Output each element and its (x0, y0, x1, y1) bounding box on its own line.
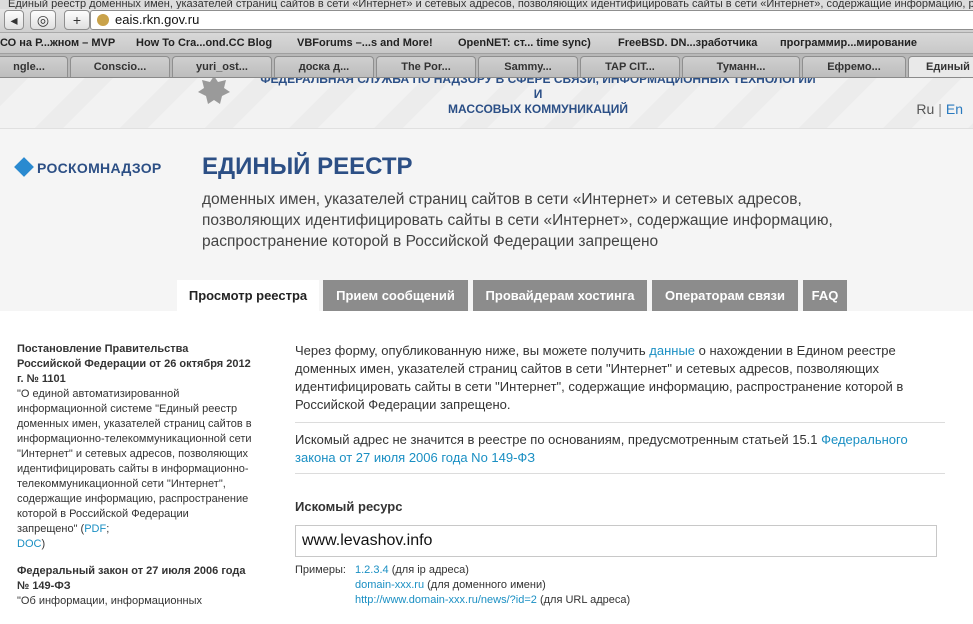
main-content: Через форму, опубликованную ниже, вы мож… (295, 342, 945, 474)
address-bar[interactable]: eais.rkn.gov.ru (90, 10, 973, 30)
agency-name-line1: ФЕДЕРАЛЬНАЯ СЛУЖБА ПО НАДЗОРУ В СФЕРЕ СВ… (260, 78, 816, 101)
new-tab-button[interactable]: + (64, 10, 90, 30)
lang-ru-link[interactable]: Ru (916, 101, 934, 117)
browser-tab[interactable]: ngle... (0, 56, 68, 77)
browser-tab[interactable]: Ефремо... (802, 56, 906, 77)
address-text: eais.rkn.gov.ru (115, 12, 200, 27)
browser-tab[interactable]: TAP CIT... (580, 56, 680, 77)
site-header: ФЕДЕРАЛЬНАЯ СЛУЖБА ПО НАДЗОРУ В СФЕРЕ СВ… (0, 78, 973, 128)
lang-separator: | (938, 101, 942, 117)
rkn-logo-text: РОСКОМНАДЗОР (37, 160, 162, 176)
example-url-link[interactable]: http://www.domain-xxx.ru/news/?id=2 (355, 594, 537, 606)
bookmark-item[interactable]: How To Cra...ond.CC Blog (136, 37, 272, 49)
resource-input[interactable] (295, 525, 937, 557)
coat-of-arms-icon (198, 78, 230, 104)
sidebar-documents: Постановление Правительства Российской Ф… (17, 342, 252, 621)
site-favicon-icon (97, 14, 109, 26)
back-icon[interactable]: ◂ (4, 10, 24, 30)
example-ip-link[interactable]: 1.2.3.4 (355, 564, 389, 576)
browser-tab[interactable]: Туманн... (682, 56, 800, 77)
doc-title: Федеральный закон от 27 июля 2006 года №… (17, 565, 246, 592)
browser-toolbar: ◂ ◎ + eais.rkn.gov.ru (0, 9, 973, 33)
search-result-notice: Искомый адрес не значится в реестре по о… (295, 423, 945, 474)
bookmark-item[interactable]: VBForums –...s and More! (297, 37, 433, 49)
browser-tab-strip: ngle... Conscio... yuri_ost... доска д..… (0, 54, 973, 78)
agency-name: ФЕДЕРАЛЬНАЯ СЛУЖБА ПО НАДЗОРУ В СФЕРЕ СВ… (258, 78, 818, 117)
intro-text-start: Через форму, опубликованную ниже, вы мож… (295, 343, 650, 358)
bookmark-item[interactable]: программир...мирование (780, 37, 917, 49)
rkn-logo[interactable]: РОСКОМНАДЗОР (14, 157, 162, 177)
browser-tab[interactable]: доска д... (274, 56, 374, 77)
data-link[interactable]: данные (649, 343, 695, 358)
example-ip-note: (для ip адреса) (388, 564, 469, 576)
agency-name-line2: МАССОВЫХ КОММУНИКАЦИЙ (448, 102, 628, 116)
intro-text: Через форму, опубликованную ниже, вы мож… (295, 342, 945, 423)
doc-description: "О единой автоматизированной информацион… (17, 387, 252, 552)
notice-text: Искомый адрес не значится в реестре по о… (295, 432, 822, 447)
examples-label: Примеры: (295, 564, 346, 576)
tab-telecom-operators[interactable]: Операторам связи (652, 280, 798, 311)
browser-tab-active[interactable]: Единый (908, 56, 973, 77)
bookmarks-bar: СО на Р...жном – MVP How To Cra...ond.CC… (0, 33, 973, 54)
browser-tab[interactable]: Conscio... (70, 56, 170, 77)
lang-en-link[interactable]: En (946, 101, 963, 117)
tab-faq[interactable]: FAQ (803, 280, 847, 311)
doc-pdf-link[interactable]: PDF (84, 523, 106, 535)
doc-doc-link[interactable]: DOC (17, 538, 41, 550)
doc-description: "Об информации, информационных (17, 595, 203, 607)
rkn-logo-icon (14, 157, 34, 177)
example-domain-link[interactable]: domain-xxx.ru (355, 579, 424, 591)
browser-tab[interactable]: The Por... (376, 56, 476, 77)
resource-label: Искомый ресурс (295, 499, 403, 514)
page-subtitle: доменных имен, указателей страниц сайтов… (202, 191, 833, 250)
example-domain: domain-xxx.ru (для доменного имени) (355, 578, 546, 593)
example-url-note: (для URL адреса) (536, 594, 631, 606)
bookmark-item[interactable]: FreeBSD. DN...зработчика (618, 37, 757, 49)
bookmark-item[interactable]: СО на Р...жном – MVP (0, 37, 115, 49)
doc-separator: ; (106, 523, 110, 535)
browser-tab[interactable]: Sammy... (478, 56, 578, 77)
tab-view-registry[interactable]: Просмотр реестра (177, 280, 319, 312)
doc-title: Постановление Правительства Российской Ф… (17, 343, 251, 385)
tab-submit-reports[interactable]: Прием сообщений (323, 280, 468, 311)
page-title: ЕДИНЫЙ РЕЕСТР (202, 153, 413, 180)
doc-text: "О единой автоматизированной информацион… (17, 388, 252, 535)
reader-icon[interactable]: ◎ (30, 10, 56, 30)
browser-tab[interactable]: yuri_ost... (172, 56, 272, 77)
language-switcher: Ru | En (916, 101, 963, 117)
example-domain-note: (для доменного имени) (424, 579, 546, 591)
tab-hosting-providers[interactable]: Провайдерам хостинга (473, 280, 647, 311)
sidebar-doc-federal-law: Федеральный закон от 27 июля 2006 года №… (17, 564, 252, 609)
doc-close-paren: ) (41, 538, 46, 550)
bookmark-item[interactable]: OpenNET: ст... time sync) (458, 37, 591, 49)
example-url: http://www.domain-xxx.ru/news/?id=2 (для… (355, 593, 630, 608)
sidebar-doc-resolution: Постановление Правительства Российской Ф… (17, 342, 252, 552)
example-ip: 1.2.3.4 (для ip адреса) (355, 563, 469, 578)
